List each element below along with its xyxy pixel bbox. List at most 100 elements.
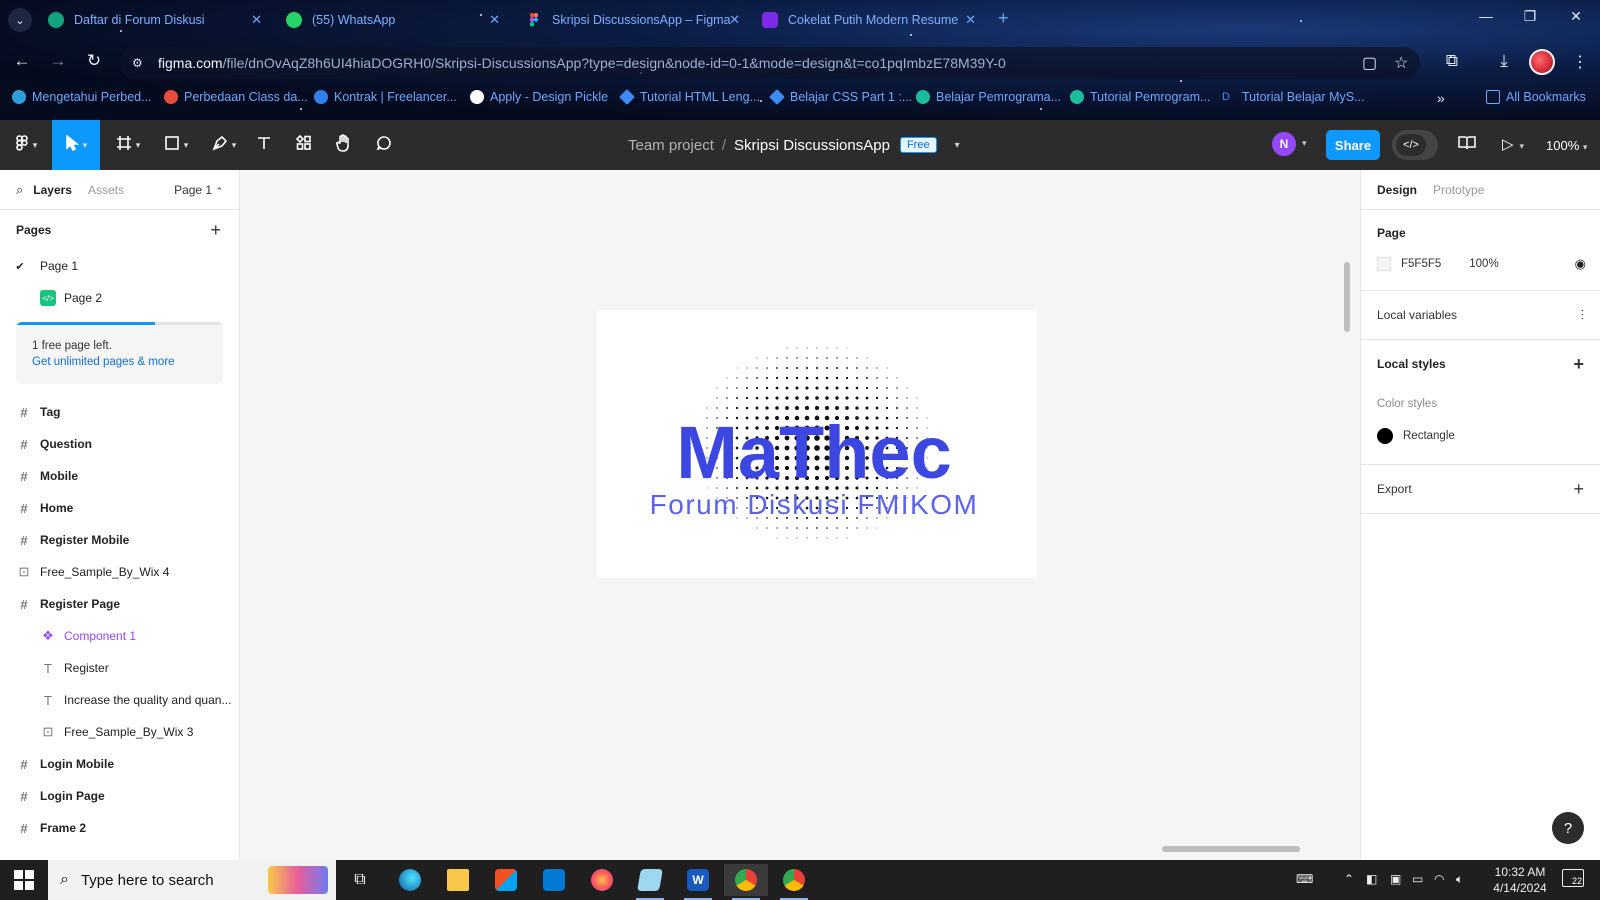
- windows-start-icon[interactable]: [14, 870, 34, 890]
- download-icon[interactable]: ⤓: [1492, 51, 1516, 71]
- tab-prototype[interactable]: Prototype: [1433, 183, 1484, 197]
- profile-avatar[interactable]: [1529, 49, 1555, 75]
- eye-icon[interactable]: ◉: [1575, 256, 1586, 272]
- color-style-item[interactable]: Rectangle: [1361, 420, 1600, 452]
- search-icon[interactable]: ⌕: [16, 182, 23, 198]
- page-item[interactable]: </> Page 2: [0, 282, 239, 314]
- bookmark-item[interactable]: Tutorial HTML Leng...: [619, 89, 760, 105]
- plan-badge[interactable]: Free: [899, 137, 937, 153]
- layer-item[interactable]: # Login Page: [0, 780, 239, 812]
- upgrade-link[interactable]: Get unlimited pages & more: [32, 356, 175, 368]
- meet-icon[interactable]: ◧: [1366, 872, 1377, 886]
- chrome-profile-icon[interactable]: [772, 864, 816, 900]
- firefox-icon[interactable]: [580, 864, 624, 896]
- bookmark-star-icon[interactable]: ☆: [1394, 53, 1408, 73]
- bookmark-item[interactable]: Perbedaan Class da...: [164, 90, 308, 104]
- more-bookmarks-icon[interactable]: »: [1437, 90, 1445, 106]
- close-tab-icon[interactable]: ✕: [489, 12, 500, 28]
- chrome-icon[interactable]: [724, 864, 768, 900]
- notification-center-icon[interactable]: 22: [1562, 869, 1584, 887]
- close-tab-icon[interactable]: ✕: [251, 12, 262, 28]
- file-explorer-icon[interactable]: [436, 864, 480, 896]
- all-bookmarks-folder[interactable]: All Bookmarks: [1486, 90, 1586, 104]
- dev-mode-toggle[interactable]: </>: [1392, 130, 1438, 160]
- layer-item[interactable]: # Home: [0, 492, 239, 524]
- layer-item[interactable]: ⊡ Free_Sample_By_Wix 3: [0, 716, 239, 748]
- layer-item[interactable]: ⊡ Free_Sample_By_Wix 4: [0, 556, 239, 588]
- canvas[interactable]: MaThec Forum Diskusi FMIKOM: [240, 170, 1360, 860]
- tab-design[interactable]: Design: [1377, 183, 1417, 197]
- bookmark-item[interactable]: Belajar Pemrograma...: [916, 90, 1061, 104]
- shape-tool-button[interactable]: ▾: [158, 120, 194, 170]
- tab-assets[interactable]: Assets: [88, 183, 124, 197]
- layer-item[interactable]: # Register Mobile: [0, 524, 239, 556]
- text-tool-button[interactable]: [250, 120, 278, 170]
- taskbar-search[interactable]: ⌕ Type here to search: [48, 860, 336, 900]
- page-color-hex[interactable]: F5F5F5: [1401, 258, 1441, 270]
- close-tab-icon[interactable]: ✕: [965, 12, 976, 28]
- site-info-icon[interactable]: ⚙: [132, 56, 150, 70]
- volume-icon[interactable]: 🔈︎: [1456, 872, 1463, 887]
- page-item[interactable]: ✔ Page 1: [0, 250, 239, 282]
- pen-tool-button[interactable]: ▾: [206, 120, 242, 170]
- extensions-icon[interactable]: ⧉: [1440, 51, 1464, 71]
- display-icon[interactable]: ▣: [1390, 872, 1401, 886]
- page-selector[interactable]: Page 1 ⌃: [174, 183, 223, 197]
- resources-button[interactable]: [290, 120, 318, 170]
- move-tool-button[interactable]: ▾: [52, 120, 100, 170]
- layer-item[interactable]: # Register Page: [0, 588, 239, 620]
- tab-search-button[interactable]: ⌄: [8, 8, 32, 32]
- bookmark-item[interactable]: Belajar CSS Part 1 :...: [769, 89, 912, 105]
- browser-menu-icon[interactable]: ⋮: [1572, 52, 1588, 72]
- main-menu-button[interactable]: ▾: [8, 120, 44, 170]
- bookmark-item[interactable]: Mengetahui Perbed...: [12, 90, 152, 104]
- bookmark-item[interactable]: Kontrak | Freelancer...: [314, 90, 457, 104]
- layer-item[interactable]: # Mobile: [0, 460, 239, 492]
- present-play-icon[interactable]: ▷ ▾: [1502, 135, 1524, 153]
- comment-tool-button[interactable]: [370, 120, 398, 170]
- close-window-icon[interactable]: ✕: [1566, 8, 1586, 25]
- chevron-down-icon[interactable]: ▾: [1302, 138, 1307, 149]
- frame-tool-button[interactable]: ▾: [110, 120, 146, 170]
- microsoft-store-icon[interactable]: [484, 864, 528, 896]
- logo-frame[interactable]: MaThec Forum Diskusi FMIKOM: [597, 310, 1037, 578]
- bookmark-item[interactable]: Apply - Design Pickle: [470, 90, 608, 104]
- task-view-icon[interactable]: ⧉: [338, 864, 382, 896]
- layer-item[interactable]: # Tag: [0, 396, 239, 428]
- layer-item[interactable]: T Increase the quality and quan...: [0, 684, 239, 716]
- show-hidden-icons[interactable]: ⌃: [1344, 872, 1354, 886]
- library-book-icon[interactable]: [1458, 135, 1476, 156]
- layer-item[interactable]: # Frame 2: [0, 812, 239, 844]
- edge-icon[interactable]: [388, 864, 432, 896]
- zoom-level[interactable]: 100% ▾: [1546, 138, 1587, 153]
- back-icon[interactable]: ←: [10, 51, 34, 71]
- browser-tab[interactable]: Cokelat Putih Modern Resume ✕: [762, 8, 976, 32]
- word-icon[interactable]: W: [676, 864, 720, 900]
- wifi-icon[interactable]: ◠: [1434, 872, 1444, 886]
- notepad-icon[interactable]: [628, 864, 672, 900]
- vertical-scrollbar[interactable]: [1344, 262, 1350, 332]
- local-variables-row[interactable]: Local variables ⫶: [1361, 291, 1600, 339]
- keyboard-icon[interactable]: ⌨: [1296, 872, 1313, 886]
- reload-icon[interactable]: ↻: [82, 51, 106, 71]
- browser-tab-active[interactable]: Skripsi DiscussionsApp – Figma ✕: [526, 8, 740, 32]
- layer-item[interactable]: T Register: [0, 652, 239, 684]
- minimize-icon[interactable]: —: [1476, 8, 1496, 24]
- page-opacity[interactable]: 100%: [1469, 258, 1498, 270]
- help-button[interactable]: ?: [1552, 812, 1584, 844]
- variables-settings-icon[interactable]: ⫶: [1581, 307, 1585, 324]
- clipboard-icon[interactable]: ▢: [1362, 53, 1377, 73]
- team-project-link[interactable]: Team project: [628, 137, 714, 154]
- hand-tool-button[interactable]: [330, 120, 358, 170]
- restore-icon[interactable]: ❐: [1520, 8, 1540, 25]
- mail-icon[interactable]: [532, 864, 576, 896]
- layer-item[interactable]: ❖ Component 1: [0, 620, 239, 652]
- add-export-icon[interactable]: +: [1573, 479, 1584, 500]
- layer-item[interactable]: # Login Mobile: [0, 748, 239, 780]
- close-tab-icon[interactable]: ✕: [729, 12, 740, 28]
- bookmark-item[interactable]: D Tutorial Belajar MyS...: [1222, 90, 1365, 104]
- browser-tab[interactable]: (55) WhatsApp ✕: [286, 8, 500, 32]
- battery-icon[interactable]: ▭: [1412, 872, 1423, 886]
- export-header[interactable]: Export +: [1361, 465, 1600, 513]
- layer-item[interactable]: # Question: [0, 428, 239, 460]
